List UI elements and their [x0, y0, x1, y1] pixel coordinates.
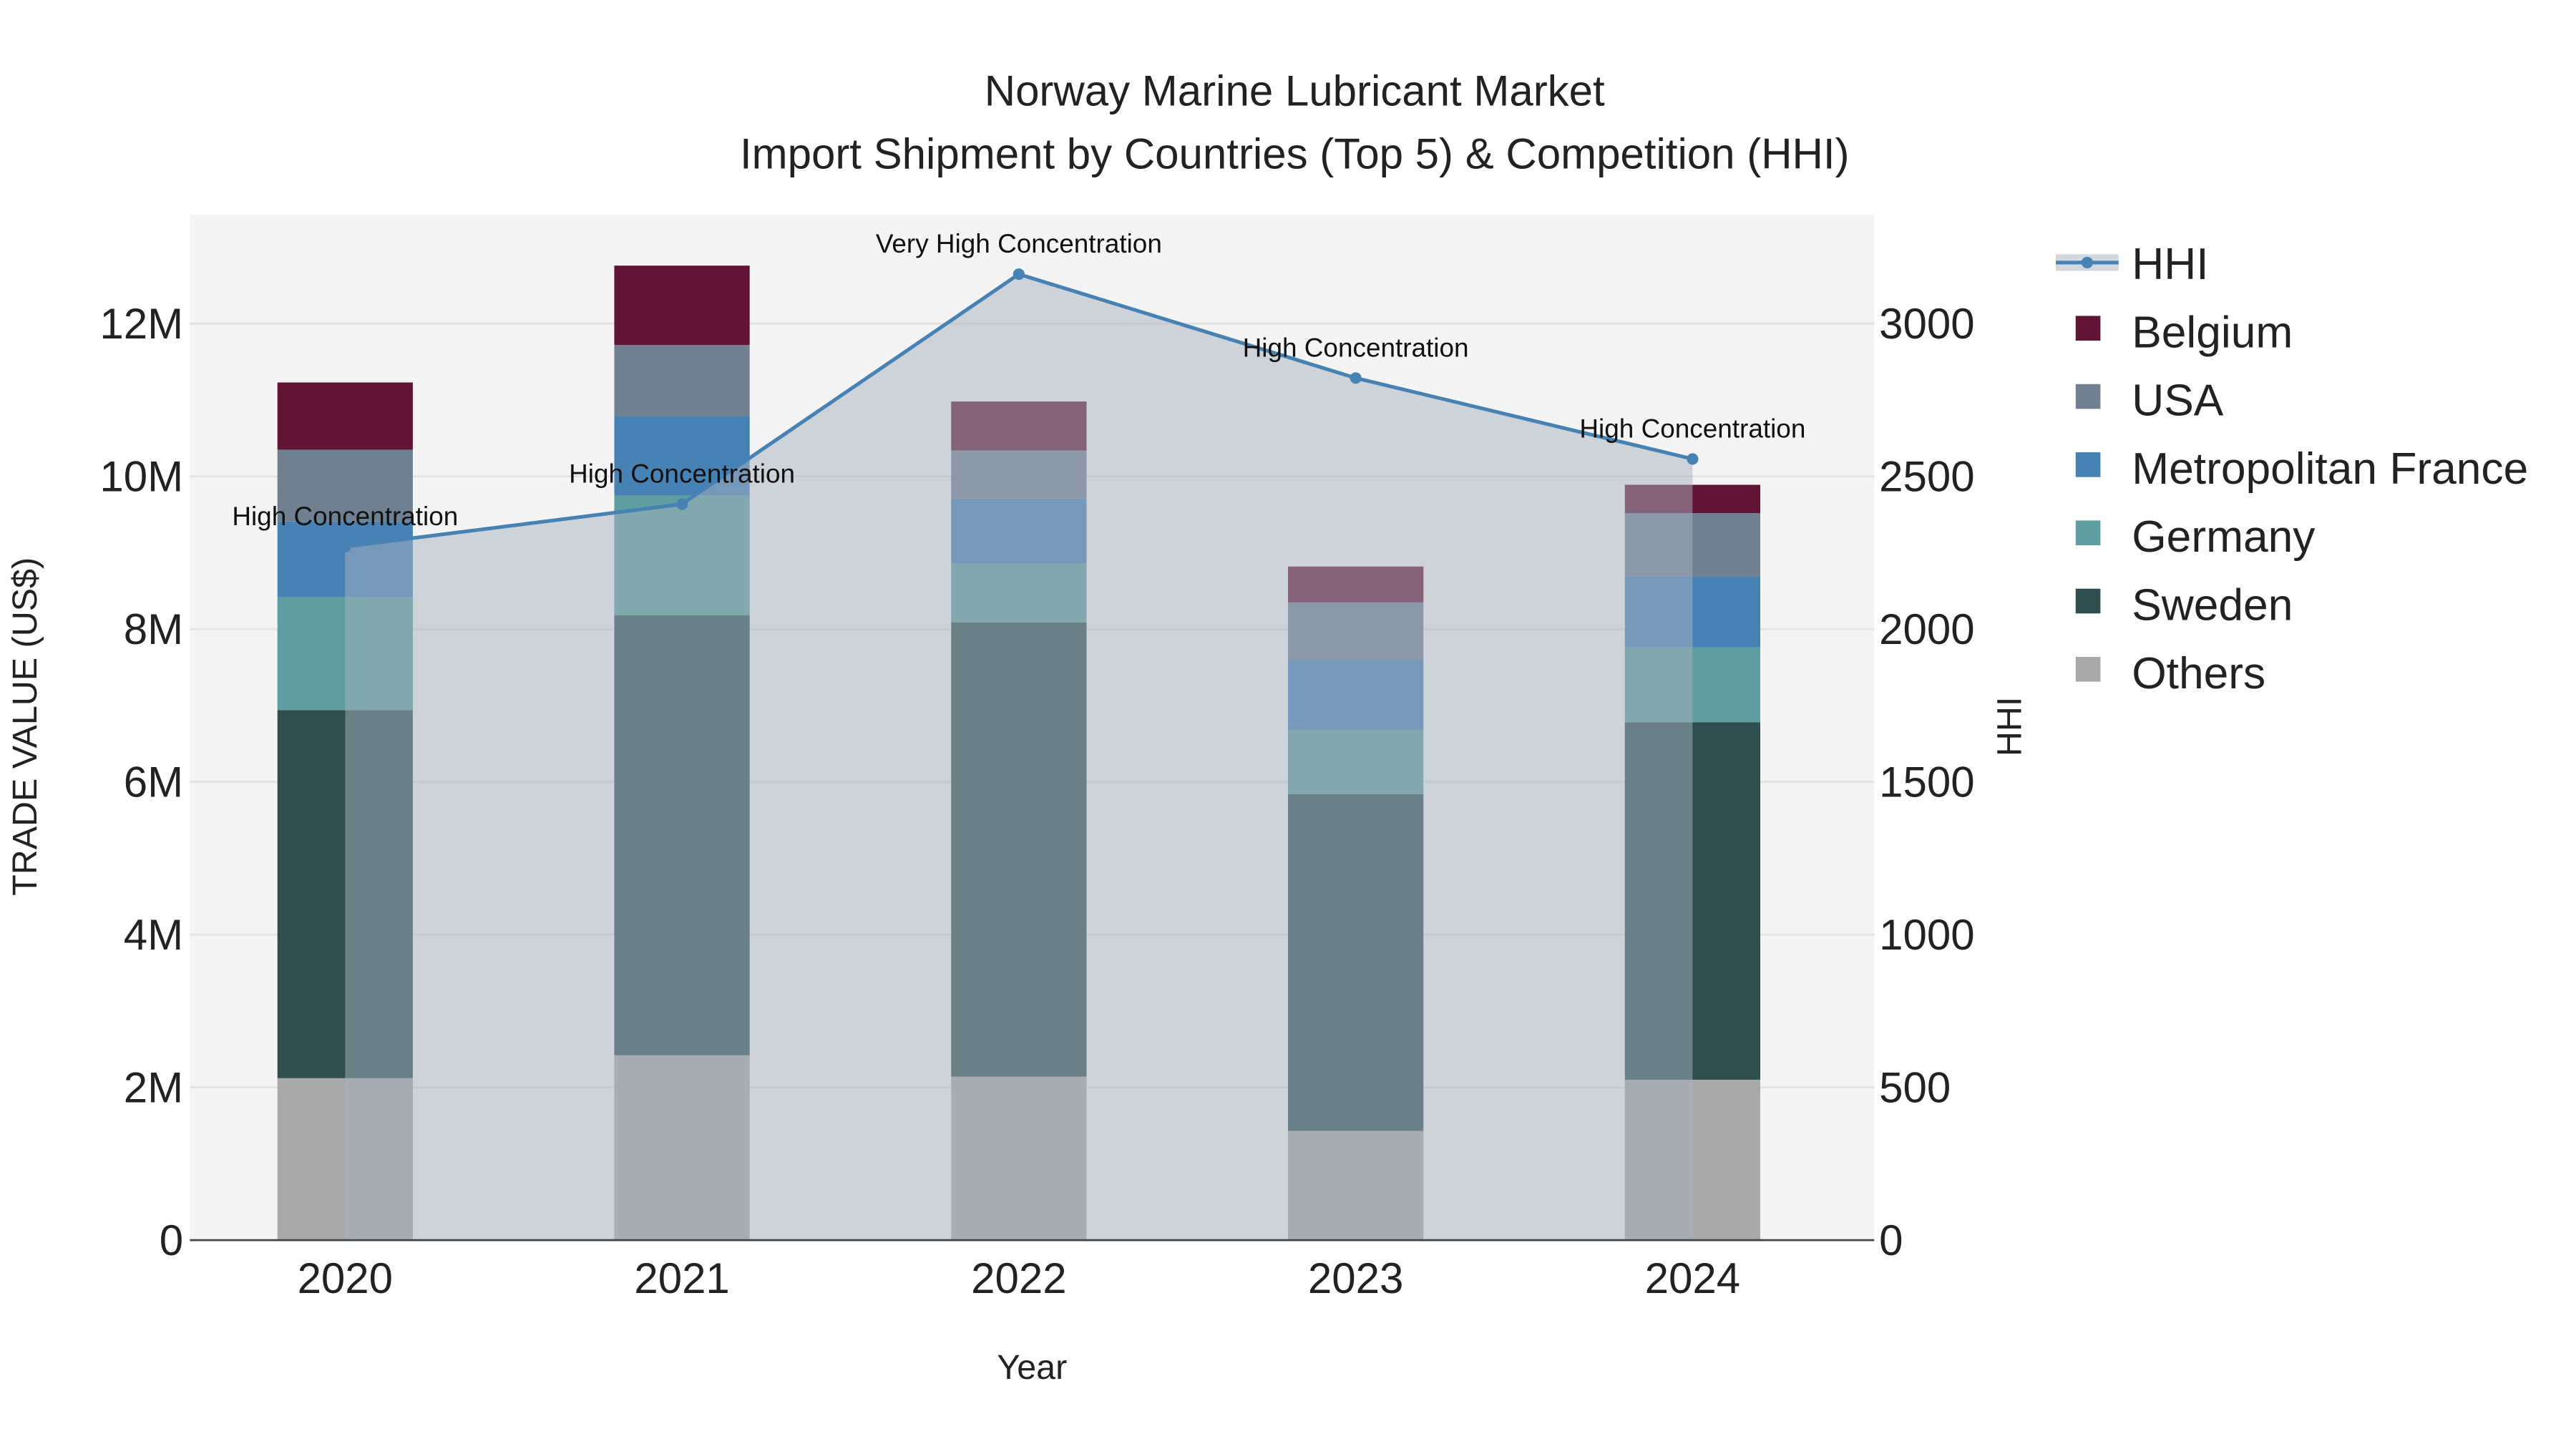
x-tick-label: 2021 — [634, 1254, 729, 1302]
chart-title: Norway Marine Lubricant Market — [985, 67, 1605, 115]
x-tick-label: 2023 — [1308, 1254, 1403, 1302]
y-axis-title: TRADE VALUE (US$) — [6, 557, 44, 896]
y2-tick-label: 1000 — [1879, 911, 1974, 959]
legend-swatch-sweden — [2075, 588, 2101, 614]
y2-tick-label: 500 — [1879, 1063, 1951, 1111]
y2-tick-label: 1500 — [1879, 758, 1974, 806]
y-tick-label: 2M — [124, 1063, 183, 1111]
legend-label: HHI — [2132, 240, 2208, 289]
y2-tick-label: 2500 — [1879, 453, 1974, 501]
hhi-point-2023 — [1350, 372, 1362, 384]
bar-usa-2021 — [614, 345, 750, 416]
legend-label: Metropolitan France — [2132, 444, 2528, 494]
legend-swatch-germany — [2075, 520, 2101, 545]
legend-swatch-usa — [2075, 384, 2101, 409]
y2-tick-label: 3000 — [1879, 300, 1974, 348]
legend-swatch-metropolitan-france — [2075, 452, 2101, 477]
y2-tick-label: 0 — [1879, 1216, 1903, 1264]
hhi-point-2022 — [1013, 268, 1025, 280]
legend-label: Sweden — [2132, 581, 2293, 630]
legend-label: Germany — [2132, 512, 2316, 562]
legend-swatch-belgium — [2075, 316, 2101, 341]
x-axis-title: Year — [997, 1348, 1067, 1387]
chart: High Concentration High Concentration Very… — [0, 0, 2576, 1449]
y-tick-label: 0 — [160, 1216, 183, 1264]
legend-label: Others — [2132, 649, 2265, 698]
legend-label: USA — [2132, 376, 2224, 426]
y2-tick-label: 2000 — [1879, 605, 1974, 653]
y-tick-label: 8M — [124, 605, 183, 653]
chart-subtitle: Import Shipment by Countries (Top 5) & C… — [740, 130, 1850, 177]
hhi-annotation: High Concentration — [1243, 333, 1469, 362]
hhi-annotation: Very High Concentration — [876, 229, 1162, 258]
x-tick-label: 2022 — [971, 1254, 1066, 1302]
y-tick-label: 12M — [99, 300, 183, 348]
hhi-point-2024 — [1687, 453, 1699, 465]
legend-hhi-marker — [2081, 256, 2093, 268]
x-tick-label: 2024 — [1645, 1254, 1740, 1302]
legend-swatch-others — [2075, 657, 2101, 682]
hhi-point-2020 — [339, 540, 351, 553]
x-tick-label: 2020 — [298, 1254, 393, 1302]
bar-belgium-2020 — [277, 382, 413, 450]
y-tick-label: 6M — [124, 758, 183, 806]
y-tick-label: 4M — [124, 911, 183, 959]
hhi-annotation: High Concentration — [232, 502, 458, 531]
hhi-point-2021 — [676, 498, 688, 510]
hhi-annotation: High Concentration — [569, 459, 795, 489]
legend-label: Belgium — [2132, 308, 2293, 357]
y2-axis-title: HHI — [1991, 697, 2029, 756]
bar-belgium-2021 — [614, 265, 750, 346]
y-tick-label: 10M — [99, 453, 183, 501]
hhi-annotation: High Concentration — [1579, 414, 1805, 443]
